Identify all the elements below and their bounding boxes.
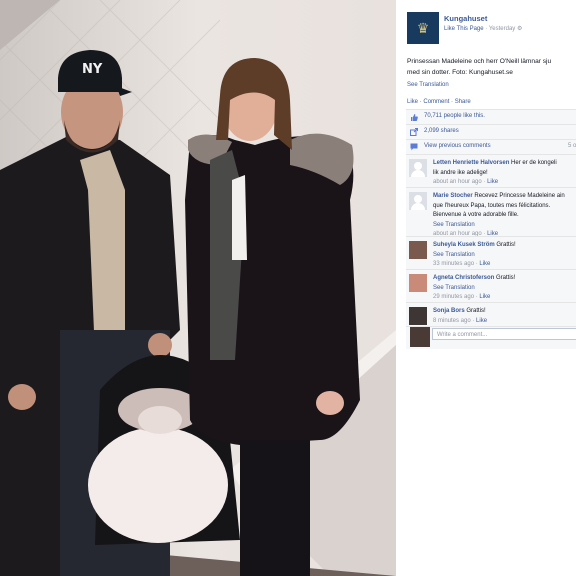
current-user-avatar [410,327,430,347]
comment-input[interactable]: Write a comment... [432,328,576,340]
comment-item: Marie Stocher Recevez Princesse Madelein… [406,187,576,237]
comment-text: Her er de kongeli [511,160,557,166]
comment-item: Agneta Christoferson Grattis! See Transl… [406,269,576,302]
shares-row[interactable]: 2,099 shares [406,124,576,139]
avatar[interactable] [409,274,427,292]
caption-line: Prinsessan Madeleine och herr O'Neill lä… [407,58,552,65]
like-page-link[interactable]: Like This Page [444,26,484,32]
cap-logo: NY [82,62,103,77]
share-link[interactable]: Share [455,99,471,105]
comment-time[interactable]: about an hour ago [433,179,482,185]
see-translation-link[interactable]: See Translation [433,221,576,231]
comment-text: que l'heureux Papa, toutes mes félicitat… [433,202,551,209]
comment-like-link[interactable]: Like [479,294,490,300]
commenter-name[interactable]: Marie Stocher [433,193,473,199]
avatar[interactable] [409,192,427,210]
comment-time[interactable]: 29 minutes ago [433,294,474,300]
commenter-name[interactable]: Sonja Bors [433,308,465,314]
comment-text: Bienvenue à votre adorable fille. [433,212,519,218]
shares-count[interactable]: 2,099 shares [424,128,459,134]
see-translation-link[interactable]: See Translation [433,284,576,294]
view-previous-comments[interactable]: View previous comments [424,143,491,149]
see-translation-link[interactable]: See Translation [407,82,449,88]
post-actions: Like · Comment · Share [407,99,471,105]
comment-like-link[interactable]: Like [487,179,498,185]
comment-text: Grattis! [496,242,516,248]
likes-count[interactable]: 70,711 people like this. [424,113,485,119]
photo-illustration: NY [0,0,396,576]
likes-row[interactable]: 70,711 people like this. [406,109,576,124]
avatar[interactable] [409,307,427,325]
share-icon [410,128,418,136]
view-previous-row[interactable]: View previous comments 5 o [406,139,576,154]
caption-line: med sin dotter. Foto: Kungahuset.se [407,69,513,76]
comment-text: Recevez Princesse Madeleine ain [474,193,565,199]
comment-item: Letten Henriette Halvorsen Her er de kon… [406,154,576,187]
comment-text: Grattis! [496,275,516,281]
avatar[interactable] [409,159,427,177]
post-photo[interactable]: NY [0,0,396,576]
comment-item: Sonja Bors Grattis! 8 minutes ago · Like [406,302,576,327]
audience-icon: ⚙ [516,26,523,32]
page-avatar[interactable]: ♛ [407,12,439,44]
comment-like-link[interactable]: Like [476,318,487,324]
comment-like-link[interactable]: Like [479,261,490,267]
comment-item: Suheyla Kusek Ström Grattis! See Transla… [406,236,576,269]
post-time[interactable]: Yesterday [489,26,515,32]
comment-text: Grattis! [466,308,486,314]
comment-bubble-icon [410,143,418,151]
comment-count: 5 o [568,143,576,149]
commenter-name[interactable]: Suheyla Kusek Ström [433,242,495,248]
thumbs-up-icon [410,113,418,121]
like-link[interactable]: Like [407,99,418,105]
comment-link[interactable]: Comment [423,99,449,105]
see-translation-link[interactable]: See Translation [433,251,576,261]
comment-time[interactable]: 8 minutes ago [433,318,471,324]
page-name[interactable]: Kungahuset [444,14,487,23]
comment-time[interactable]: 33 minutes ago [433,261,474,267]
crown-icon: ♛ [416,20,430,36]
commenter-name[interactable]: Letten Henriette Halvorsen [433,160,509,166]
commenter-name[interactable]: Agneta Christoferson [433,275,494,281]
post-caption: Prinsessan Madeleine och herr O'Neill lä… [407,56,576,78]
comment-text: lik andre ike adelige! [433,169,488,176]
avatar[interactable] [409,241,427,259]
page-meta: Like This Page · Yesterday ⚙ [444,26,523,32]
